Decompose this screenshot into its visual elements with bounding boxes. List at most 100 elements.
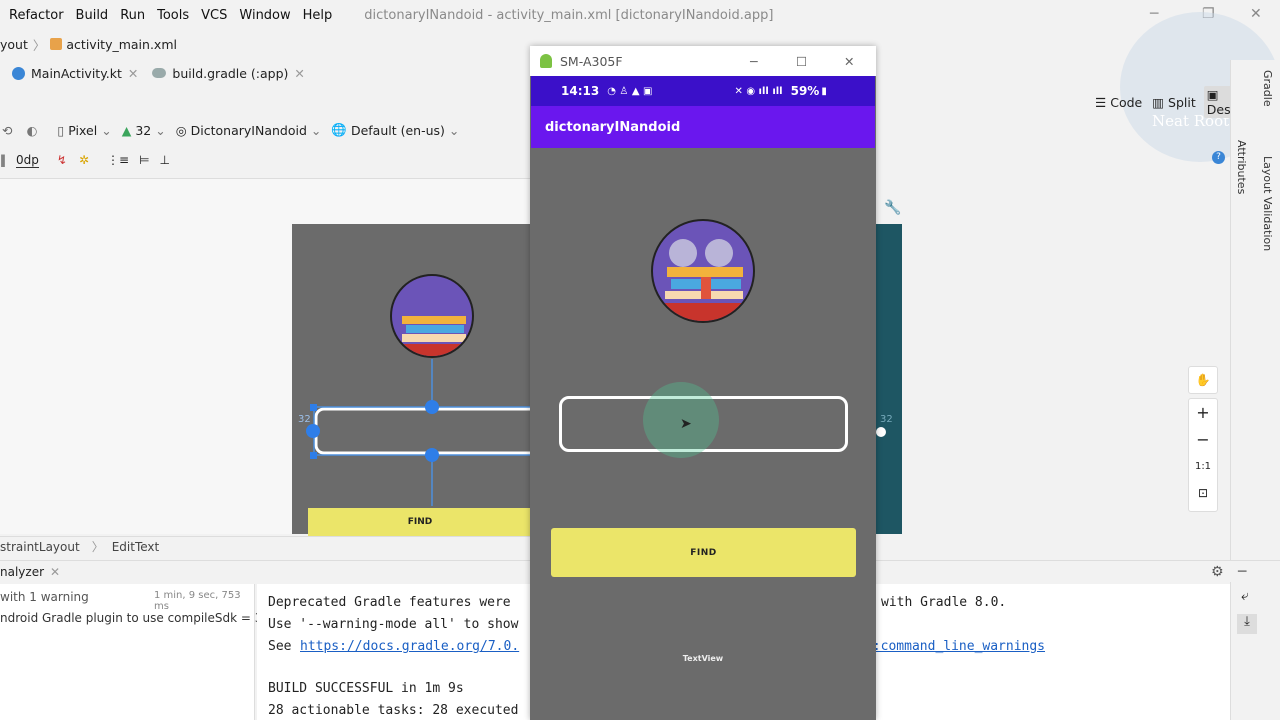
tab-label: build.gradle (:app)	[172, 65, 289, 81]
menu-tools[interactable]: Tools	[157, 8, 189, 23]
breadcrumb-parent[interactable]: yout	[0, 37, 28, 52]
breadcrumb-file[interactable]: activity_main.xml	[66, 37, 177, 52]
hand-icon: ✋	[1195, 373, 1211, 387]
battery-level: 59%	[790, 84, 820, 98]
emulator-window: SM-A305F ─ ☐ ✕ 14:13 ◔ ♙ ▲ ▣ ✕ ◉ ıll ıll…	[530, 46, 876, 720]
code-mode-button[interactable]: Code	[1110, 95, 1142, 110]
breadcrumb: yout 〉 activity_main.xml	[0, 32, 530, 56]
preview-overlay	[306, 359, 532, 506]
app-title: dictonaryINandoid	[545, 119, 681, 135]
menu-vcs[interactable]: VCS	[201, 8, 227, 23]
status-layout[interactable]: straintLayout	[0, 540, 80, 554]
battery-icon: ▮	[821, 85, 827, 97]
kotlin-file-icon	[12, 66, 25, 80]
books-logo-image	[651, 219, 755, 323]
maximize-icon[interactable]: ☐	[796, 54, 807, 69]
guidelines-icon[interactable]: ⊥	[160, 153, 170, 167]
theme-icon: ◎	[175, 122, 187, 138]
preview-find-button[interactable]: FIND	[308, 508, 532, 536]
find-button[interactable]: FIND	[551, 528, 856, 577]
theme-select[interactable]: DictonaryINandoid	[191, 123, 307, 138]
close-tab-icon[interactable]: ✕	[128, 66, 138, 81]
close-tab-icon[interactable]: ✕	[294, 66, 304, 81]
gear-icon[interactable]: ⚙	[1211, 564, 1224, 580]
gradle-docs-link[interactable]: https://docs.gradle.org/7.0.	[300, 639, 519, 654]
orientation-icon[interactable]: ⟲	[2, 123, 12, 138]
gradle-tab[interactable]: Gradle	[1261, 70, 1274, 107]
menu-bar: Refactor Build Run Tools VCS Window Help…	[0, 0, 1280, 30]
zoom-fit-icon[interactable]: ⊡	[1189, 480, 1217, 507]
minimize-icon[interactable]: ─	[1150, 6, 1158, 22]
tab-mainactivity[interactable]: MainActivity.kt ✕	[12, 66, 138, 81]
app-bar: dictonaryINandoid	[531, 106, 875, 148]
menu-refactor[interactable]: Refactor	[9, 8, 64, 23]
build-summary[interactable]: with 1 warning	[0, 590, 89, 604]
help-icon[interactable]: ?	[1212, 151, 1225, 164]
wrap-icon[interactable]: ⤶	[1241, 588, 1249, 604]
layout-validation-tab[interactable]: Layout Validation	[1261, 156, 1274, 251]
menu-build[interactable]: Build	[76, 8, 109, 23]
split-mode-icon: ▥	[1152, 94, 1165, 110]
menu-help[interactable]: Help	[303, 8, 333, 23]
locale-select[interactable]: Default (en-us)	[351, 123, 445, 138]
menu-run[interactable]: Run	[120, 8, 145, 23]
scroll-end-icon[interactable]: ⤓	[1237, 614, 1257, 634]
gradle-docs-link-end[interactable]: c:command_line_warnings	[865, 639, 1045, 654]
code-mode-icon: ☰	[1095, 94, 1107, 110]
close-icon[interactable]: ✕	[844, 54, 854, 69]
notification-icons: ◔ ♙ ▲ ▣	[607, 85, 653, 97]
device-select[interactable]: Pixel	[68, 123, 97, 138]
console-line-3-prefix: See	[268, 639, 300, 654]
split-mode-button[interactable]: Split	[1168, 95, 1196, 110]
attributes-tab[interactable]: Attributes	[1235, 140, 1248, 194]
layout-preview-canvas[interactable]: 32	[292, 224, 532, 534]
build-analyzer-tab[interactable]: nalyzer	[0, 565, 44, 579]
chevron-down-icon: ⌄	[448, 122, 460, 138]
android-icon: ▲	[121, 122, 132, 138]
clear-constraints-icon[interactable]: ↯	[57, 153, 67, 167]
default-margin-field[interactable]: 0dp	[16, 153, 39, 168]
right-tool-panel: Attributes Gradle Layout Validation ⤶ ⤓	[1230, 60, 1280, 720]
zoom-out-button[interactable]: −	[1189, 426, 1217, 453]
status-selected[interactable]: EditText	[112, 540, 160, 554]
gradle-file-icon	[152, 68, 167, 78]
zoom-controls: + − 1:1 ⊡	[1188, 398, 1218, 512]
chevron-right-icon: 〉	[32, 37, 46, 53]
console-line-1: Deprecated Gradle features were	[268, 595, 511, 610]
autoconnect-icon[interactable]: ‖	[0, 153, 6, 167]
console-line-1-end: with Gradle 8.0.	[881, 595, 1007, 610]
close-icon[interactable]: ✕	[1250, 6, 1262, 22]
books-logo-image	[390, 274, 474, 358]
close-tab-icon[interactable]: ✕	[50, 565, 60, 579]
android-icon	[540, 54, 552, 68]
zoom-in-button[interactable]: +	[1189, 399, 1217, 426]
chevron-right-icon: 〉	[91, 540, 104, 554]
api-select[interactable]: 32	[135, 123, 151, 138]
tab-label: MainActivity.kt	[31, 65, 122, 81]
night-mode-icon[interactable]: ◐	[26, 123, 37, 138]
zoom-actual-button[interactable]: 1:1	[1189, 453, 1217, 480]
build-warning[interactable]: ndroid Gradle plugin to use compileSdk =…	[0, 611, 285, 625]
wrench-icon[interactable]: 🔧	[884, 200, 901, 216]
tab-build-gradle[interactable]: build.gradle (:app) ✕	[152, 66, 305, 81]
align-icon[interactable]: ⊨	[139, 153, 149, 167]
build-tree: with 1 warning 1 min, 9 sec, 753 ms ndro…	[0, 584, 285, 720]
globe-icon: 🌐	[331, 122, 347, 137]
infer-constraints-icon[interactable]: ✲	[79, 153, 89, 167]
pack-icon[interactable]: ⋮≡	[107, 153, 129, 167]
minimize-panel-icon[interactable]: ─	[1238, 564, 1246, 580]
constraint-handle[interactable]	[876, 427, 886, 437]
device-icon: ▯	[57, 122, 65, 138]
mouse-cursor-icon: ➤	[680, 416, 692, 432]
blueprint-canvas[interactable]: 32	[876, 224, 902, 534]
chevron-down-icon: ⌄	[101, 122, 112, 138]
minimize-icon[interactable]: ─	[750, 54, 758, 69]
emulator-title-bar: SM-A305F ─ ☐ ✕	[530, 46, 876, 76]
console-line-2: Use '--warning-mode all' to show	[268, 617, 519, 632]
emulator-title: SM-A305F	[560, 53, 623, 69]
find-label: FIND	[690, 547, 717, 558]
result-textview: TextView	[682, 654, 724, 663]
pan-button[interactable]: ✋	[1188, 366, 1218, 394]
find-label: FIND	[407, 517, 433, 527]
menu-window[interactable]: Window	[239, 8, 290, 23]
